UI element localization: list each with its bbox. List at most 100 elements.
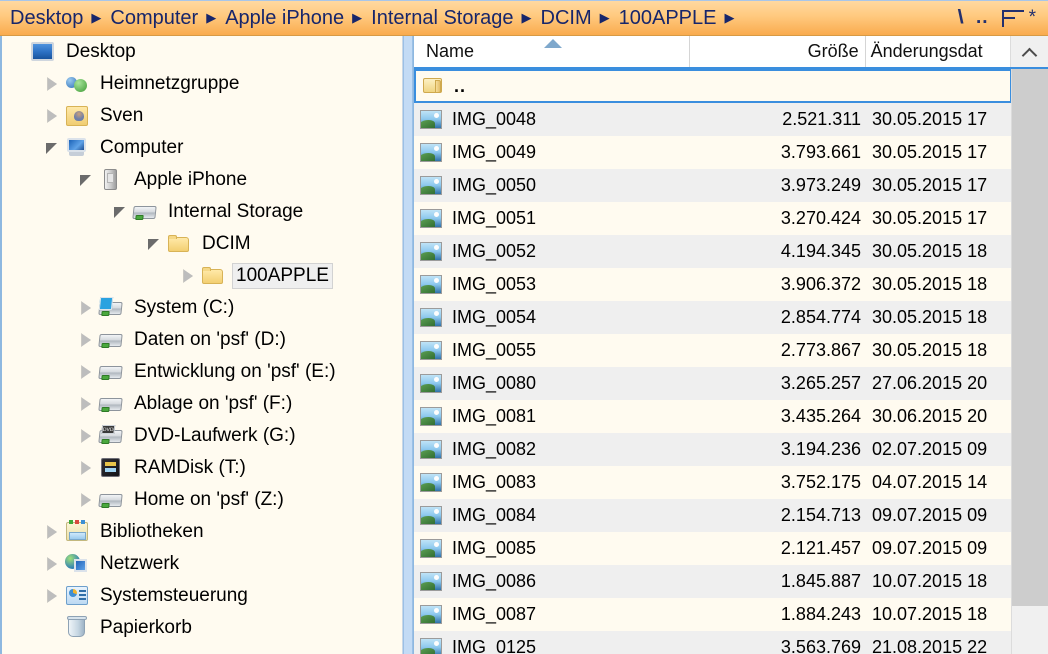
tree-item-internal-storage[interactable]: Internal Storage	[2, 196, 402, 228]
computer-icon-glyph	[65, 138, 88, 156]
tree-item-ablage-on-psf-f-[interactable]: Ablage on 'psf' (F:)	[2, 388, 402, 420]
expand-collapse-closed-icon[interactable]	[76, 292, 98, 324]
file-date-cell: 04.07.2015 14	[867, 472, 1012, 493]
table-row[interactable]: IMG_00852.121.45709.07.2015 09	[414, 532, 1012, 565]
file-size-cell: 3.906.372	[691, 274, 867, 295]
breadcrumb-item-apple-iphone[interactable]: Apple iPhone	[223, 5, 346, 31]
expand-collapse-closed-icon[interactable]	[76, 388, 98, 420]
breadcrumb-item-desktop[interactable]: Desktop	[8, 5, 85, 31]
file-size-cell: 3.752.175	[691, 472, 867, 493]
folder-tree-panel[interactable]: DesktopHeimnetzgruppeSvenComputerApple i…	[0, 36, 403, 654]
tree-item-home-on-psf-z-[interactable]: Home on 'psf' (Z:)	[2, 484, 402, 516]
backslash-icon[interactable]: \	[957, 8, 963, 28]
expand-collapse-closed-icon[interactable]	[42, 516, 64, 548]
column-header-name[interactable]: Name	[414, 36, 690, 67]
scrollbar-thumb[interactable]	[1012, 69, 1048, 606]
expand-collapse-closed-icon[interactable]	[76, 324, 98, 356]
breadcrumb-item-100apple[interactable]: 100APPLE	[617, 5, 719, 31]
expand-collapse-closed-icon[interactable]	[178, 260, 200, 292]
table-row[interactable]: IMG_00524.194.34530.05.2015 18	[414, 235, 1012, 268]
expand-collapse-closed-icon[interactable]	[42, 548, 64, 580]
tree-item-computer[interactable]: Computer	[2, 132, 402, 164]
tree-item-papierkorb[interactable]: Papierkorb	[2, 612, 402, 644]
library-icon	[64, 519, 90, 545]
panel-splitter[interactable]	[403, 36, 413, 654]
breadcrumb-toolbar[interactable]: \.. *	[958, 8, 1048, 28]
tree-item-daten-on-psf-d-[interactable]: Daten on 'psf' (D:)	[2, 324, 402, 356]
table-row[interactable]: IMG_00813.435.26430.06.2015 20	[414, 400, 1012, 433]
table-row[interactable]: IMG_00513.270.42430.05.2015 17	[414, 202, 1012, 235]
table-row[interactable]: IMG_00823.194.23602.07.2015 09	[414, 433, 1012, 466]
two-dots-icon[interactable]: ..	[976, 8, 989, 28]
table-row[interactable]: IMG_01253.563.76921.08.2015 22	[414, 631, 1012, 654]
breadcrumb[interactable]: Desktop▶Computer▶Apple iPhone▶Internal S…	[0, 5, 958, 31]
drive-system-icon	[98, 295, 124, 321]
table-row[interactable]: IMG_00503.973.24930.05.2015 17	[414, 169, 1012, 202]
file-list-body[interactable]: ..IMG_00482.521.31130.05.2015 17IMG_0049…	[414, 69, 1012, 654]
tree-item-systemsteuerung[interactable]: Systemsteuerung	[2, 580, 402, 612]
expand-collapse-closed-icon[interactable]	[76, 356, 98, 388]
folder-tree[interactable]: DesktopHeimnetzgruppeSvenComputerApple i…	[2, 36, 402, 644]
image-file-icon-glyph	[420, 539, 442, 558]
vertical-scrollbar[interactable]	[1011, 69, 1048, 654]
breadcrumb-item-computer[interactable]: Computer	[108, 5, 200, 31]
expand-collapse-open-icon[interactable]	[42, 132, 64, 164]
computer-icon	[64, 135, 90, 161]
file-date-cell: 27.06.2015 20	[867, 373, 1012, 394]
file-list-header[interactable]: Name Größe Änderungsdat	[414, 36, 1048, 69]
expand-collapse-open-icon[interactable]	[76, 164, 98, 196]
table-row[interactable]: IMG_00803.265.25727.06.2015 20	[414, 367, 1012, 400]
table-row[interactable]: IMG_00842.154.71309.07.2015 09	[414, 499, 1012, 532]
tree-item-system-c-[interactable]: System (C:)	[2, 292, 402, 324]
tree-item-label: Internal Storage	[164, 199, 307, 225]
expand-collapse-closed-icon[interactable]	[76, 484, 98, 516]
tree-item-entwicklung-on-psf-e-[interactable]: Entwicklung on 'psf' (E:)	[2, 356, 402, 388]
expand-collapse-open-icon[interactable]	[110, 196, 132, 228]
drive-icon-glyph	[98, 366, 122, 379]
file-size-cell: 4.194.345	[691, 241, 867, 262]
breadcrumb-item-dcim[interactable]: DCIM	[539, 5, 594, 31]
expand-collapse-closed-icon[interactable]	[42, 580, 64, 612]
breadcrumb-item-internal-storage[interactable]: Internal Storage	[369, 5, 515, 31]
tree-item-heimnetzgruppe[interactable]: Heimnetzgruppe	[2, 68, 402, 100]
expand-collapse-closed-icon[interactable]	[42, 100, 64, 132]
breadcrumb-separator-icon: ▶	[594, 6, 617, 30]
tree-item-apple-iphone[interactable]: Apple iPhone	[2, 164, 402, 196]
table-row[interactable]: IMG_00833.752.17504.07.2015 14	[414, 466, 1012, 499]
expand-collapse-open-icon[interactable]	[144, 228, 166, 260]
tree-item-desktop[interactable]: Desktop	[2, 36, 402, 68]
tree-item-label: System (C:)	[130, 295, 238, 321]
expand-collapse-closed-icon[interactable]	[76, 452, 98, 484]
tree-item-100apple[interactable]: 100APPLE	[2, 260, 402, 292]
tree-item-netzwerk[interactable]: Netzwerk	[2, 548, 402, 580]
table-row[interactable]: IMG_00482.521.31130.05.2015 17	[414, 103, 1012, 136]
image-file-icon-glyph	[420, 110, 442, 129]
file-name-cell: IMG_0083	[414, 472, 691, 494]
asterisk-icon[interactable]: *	[1029, 8, 1036, 28]
tree-indent-spacer	[42, 612, 64, 644]
file-list-panel[interactable]: Name Größe Änderungsdat ..IMG_00482.521.…	[413, 36, 1048, 654]
column-header-size[interactable]: Größe	[690, 36, 865, 67]
table-row[interactable]: IMG_00542.854.77430.05.2015 18	[414, 301, 1012, 334]
tree-item-dvd-laufwerk-g-[interactable]: DVD-Laufwerk (G:)	[2, 420, 402, 452]
file-size-cell: 2.521.311	[691, 109, 867, 130]
table-row[interactable]: IMG_00861.845.88710.07.2015 18	[414, 565, 1012, 598]
file-date-cell: 30.05.2015 18	[867, 307, 1012, 328]
file-name-cell: IMG_0051	[414, 208, 691, 230]
parent-directory-row[interactable]: ..	[414, 69, 1012, 103]
tree-item-dcim[interactable]: DCIM	[2, 228, 402, 260]
expand-collapse-closed-icon[interactable]	[42, 68, 64, 100]
table-row[interactable]: IMG_00533.906.37230.05.2015 18	[414, 268, 1012, 301]
scroll-up-button[interactable]	[1010, 36, 1048, 67]
tree-item-bibliotheken[interactable]: Bibliotheken	[2, 516, 402, 548]
column-header-date[interactable]: Änderungsdat	[866, 36, 1011, 67]
table-row[interactable]: IMG_00552.773.86730.05.2015 18	[414, 334, 1012, 367]
tree-item-ramdisk-t-[interactable]: RAMDisk (T:)	[2, 452, 402, 484]
library-icon-glyph	[66, 522, 88, 541]
split-view-icon[interactable]	[1002, 10, 1016, 27]
expand-collapse-closed-icon[interactable]	[76, 420, 98, 452]
table-row[interactable]: IMG_00493.793.66130.05.2015 17	[414, 136, 1012, 169]
table-row[interactable]: IMG_00871.884.24310.07.2015 18	[414, 598, 1012, 631]
tree-item-sven[interactable]: Sven	[2, 100, 402, 132]
file-date-cell: 09.07.2015 09	[867, 538, 1012, 559]
